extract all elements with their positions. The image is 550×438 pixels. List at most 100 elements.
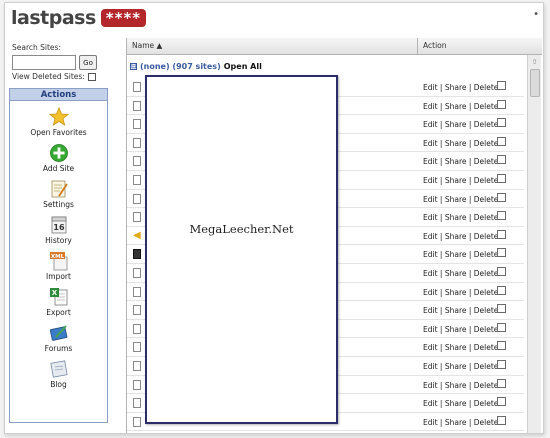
share-link[interactable]: Share [445,306,467,315]
row-checkbox[interactable] [497,211,506,221]
row-checkbox[interactable] [497,81,506,90]
history-action[interactable]: 16 History [10,215,107,245]
delete-link[interactable]: Delete [474,176,499,185]
row-checkbox[interactable] [497,267,506,276]
delete-link[interactable]: Delete [474,213,499,222]
delete-link[interactable]: Delete [474,232,499,241]
row-checkbox[interactable] [497,304,506,314]
row-checkbox[interactable] [497,118,506,128]
share-link[interactable]: Share [445,418,467,427]
view-deleted-label: View Deleted Sites: [12,72,85,81]
row-checkbox[interactable] [497,378,506,388]
edit-link[interactable]: Edit [423,120,438,129]
search-input[interactable] [12,55,76,70]
delete-link[interactable]: Delete [474,399,499,408]
share-link[interactable]: Share [445,120,467,129]
column-header-action[interactable]: Action [423,41,447,50]
delete-link[interactable]: Delete [474,288,499,297]
forums-action[interactable]: Forums [10,323,107,353]
row-checkbox[interactable] [497,397,506,407]
edit-link[interactable]: Edit [423,269,438,278]
delete-link[interactable]: Delete [474,325,499,334]
delete-link[interactable]: Delete [474,381,499,390]
row-checkbox[interactable] [497,99,506,109]
column-header-name[interactable]: Name ▲ [132,41,162,50]
delete-link[interactable]: Delete [474,250,499,259]
lastpass-logo[interactable]: lastpass **** [11,7,147,29]
edit-link[interactable]: Edit [423,250,438,259]
column-separator[interactable] [417,38,418,55]
row-checkbox[interactable] [497,174,506,183]
share-link[interactable]: Share [445,157,467,166]
edit-link[interactable]: Edit [423,399,438,408]
share-link[interactable]: Share [445,232,467,241]
share-link[interactable]: Share [445,139,467,148]
row-checkbox[interactable] [497,136,506,146]
edit-link[interactable]: Edit [423,157,438,166]
share-link[interactable]: Share [445,269,467,278]
share-link[interactable]: Share [445,250,467,259]
delete-link[interactable]: Delete [474,362,499,371]
group-name[interactable]: (none) (907 sites) [140,62,221,71]
view-deleted-checkbox[interactable] [87,72,96,81]
edit-link[interactable]: Edit [423,176,438,185]
edit-link[interactable]: Edit [423,83,438,92]
group-collapse-icon[interactable]: ⊟ [130,63,137,70]
row-checkbox[interactable] [497,285,506,295]
scroll-thumb[interactable] [530,69,540,97]
add-site-action[interactable]: Add Site [10,143,107,173]
share-link[interactable]: Share [445,362,467,371]
delete-link[interactable]: Delete [474,83,499,92]
row-checkbox[interactable] [497,360,506,369]
row-checkbox[interactable] [497,229,506,239]
edit-link[interactable]: Edit [423,232,438,241]
share-link[interactable]: Share [445,399,467,408]
row-checkbox[interactable] [497,415,506,425]
row-checkbox[interactable] [497,322,506,332]
edit-link[interactable]: Edit [423,325,438,334]
import-action[interactable]: XML Import [10,251,107,281]
edit-link[interactable]: Edit [423,381,438,390]
share-link[interactable]: Share [445,213,467,222]
open-all-link[interactable]: Open All [224,62,262,71]
delete-link[interactable]: Delete [474,343,499,352]
go-button[interactable]: Go [79,55,97,70]
export-action[interactable]: X Export [10,287,107,317]
edit-link[interactable]: Edit [423,418,438,427]
edit-link[interactable]: Edit [423,102,438,111]
share-link[interactable]: Share [445,195,467,204]
delete-link[interactable]: Delete [474,139,499,148]
edit-link[interactable]: Edit [423,343,438,352]
share-link[interactable]: Share [445,381,467,390]
edit-link[interactable]: Edit [423,139,438,148]
scroll-up-icon[interactable]: ⇧ [530,58,539,67]
link-separator: | [466,362,474,371]
blog-action[interactable]: Blog [10,359,107,389]
share-link[interactable]: Share [445,176,467,185]
share-link[interactable]: Share [445,83,467,92]
delete-link[interactable]: Delete [474,269,499,278]
link-separator: | [466,231,474,241]
vertical-scrollbar[interactable]: ⇧ [527,55,541,433]
row-checkbox[interactable] [497,341,506,351]
row-checkbox[interactable] [497,192,506,202]
edit-link[interactable]: Edit [423,362,438,371]
settings-action[interactable]: Settings [10,179,107,209]
row-checkbox[interactable] [497,155,506,165]
row-checkbox[interactable] [497,248,506,258]
edit-link[interactable]: Edit [423,306,438,315]
share-link[interactable]: Share [445,288,467,297]
open-favorites-action[interactable]: Open Favorites [10,107,107,137]
edit-link[interactable]: Edit [423,288,438,297]
delete-link[interactable]: Delete [474,120,499,129]
edit-link[interactable]: Edit [423,195,438,204]
delete-link[interactable]: Delete [474,195,499,204]
share-link[interactable]: Share [445,102,467,111]
delete-link[interactable]: Delete [474,306,499,315]
edit-link[interactable]: Edit [423,213,438,222]
delete-link[interactable]: Delete [474,102,499,111]
delete-link[interactable]: Delete [474,418,499,427]
share-link[interactable]: Share [445,343,467,352]
delete-link[interactable]: Delete [474,157,499,166]
share-link[interactable]: Share [445,325,467,334]
